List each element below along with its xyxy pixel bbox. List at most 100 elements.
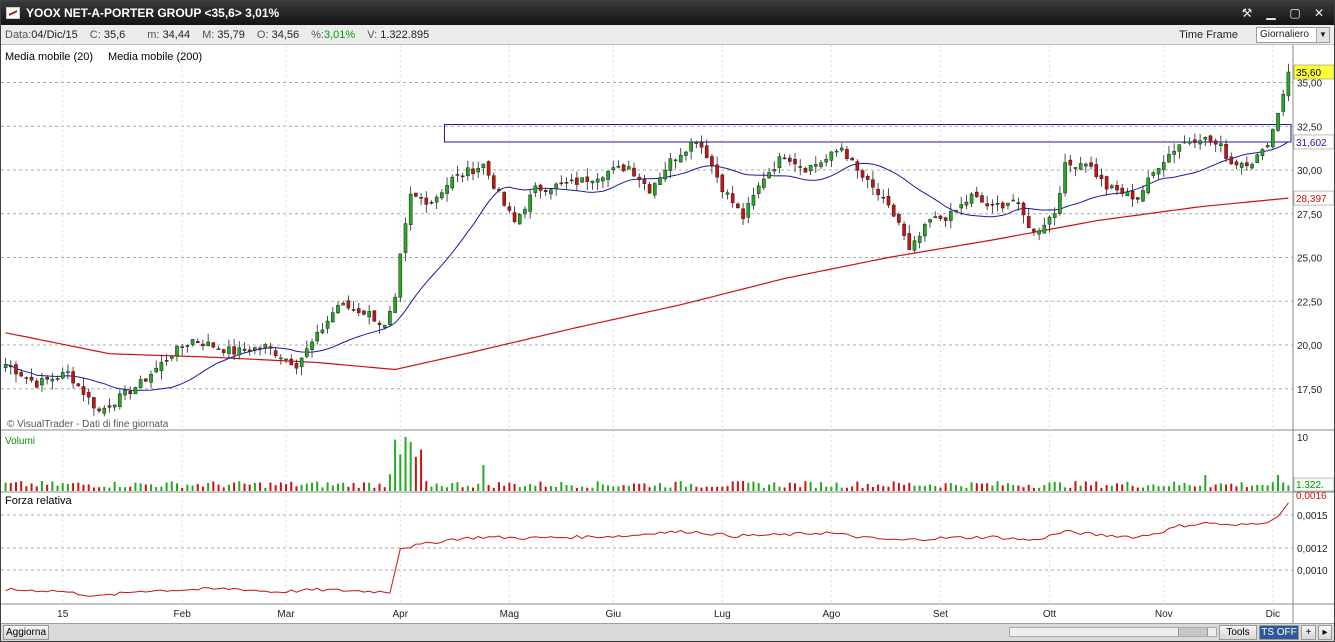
copyright-note: © VisualTrader - Dati di fine giornata	[7, 419, 169, 430]
candle-body	[408, 193, 413, 226]
candle-body	[767, 172, 771, 179]
volume-bar	[892, 481, 895, 491]
candle-body	[845, 149, 849, 159]
scrollbar-thumb[interactable]	[1178, 628, 1208, 636]
candle-body	[860, 170, 865, 178]
candle-body	[55, 378, 60, 380]
candle-body	[969, 193, 974, 204]
volume-bar	[1214, 484, 1217, 491]
candle-body	[699, 142, 704, 148]
time-scrollbar[interactable]	[1009, 627, 1217, 637]
candle-body	[751, 194, 756, 206]
tools-icon[interactable]: ⚒	[1236, 4, 1258, 22]
volume-bar	[778, 486, 781, 491]
volume-bar	[1090, 485, 1093, 491]
candle-body	[1198, 140, 1202, 145]
window-title: YOOX NET-A-PORTER GROUP <35,6> 3,01%	[26, 6, 280, 20]
tools-button[interactable]: Tools	[1219, 625, 1257, 640]
chevron-down-icon[interactable]: ▼	[1316, 28, 1329, 42]
candle-body	[512, 212, 517, 222]
volume-bar	[607, 485, 610, 491]
candle-body	[517, 214, 522, 225]
candle-body	[185, 345, 190, 347]
volume-bar	[414, 456, 417, 491]
candle-body	[933, 216, 938, 219]
volume-bar	[929, 484, 932, 491]
candle-body	[959, 204, 964, 209]
volume-bar	[851, 486, 854, 491]
chart-canvas[interactable]: 17,50 20,00 22,50 25,00 27,50 30,00 32,50 35,00…	[1, 45, 1335, 623]
volume-bar	[965, 487, 968, 491]
candle-body	[19, 372, 23, 377]
volume-bar	[1110, 485, 1113, 491]
close-icon[interactable]: ✕	[1308, 4, 1330, 22]
volume-bar	[939, 487, 942, 491]
refresh-button[interactable]: Aggiorna	[3, 625, 49, 640]
candle-body	[652, 183, 657, 196]
candle-body	[40, 378, 44, 386]
candle-body	[673, 159, 678, 162]
volume-bar	[1277, 475, 1280, 491]
price-tick-label: 20,00	[1297, 341, 1322, 352]
candle-body	[782, 157, 787, 160]
candle-body	[367, 311, 371, 318]
candle-body	[1125, 191, 1130, 197]
candle-body	[668, 158, 673, 171]
candle-body	[507, 206, 512, 211]
volume-bar	[311, 482, 314, 491]
volume-bar	[1287, 485, 1290, 491]
volume-bar	[861, 487, 864, 491]
volume-bar	[1074, 481, 1077, 491]
volume-bar	[596, 481, 599, 491]
volume-bar	[726, 486, 729, 491]
volume-bar	[404, 437, 407, 491]
time-tick-label: Apr	[393, 609, 409, 620]
candle-body	[1182, 141, 1187, 144]
volume-bar	[290, 481, 293, 491]
candle-body	[1052, 213, 1057, 218]
price-tick-label: 35,00	[1297, 79, 1322, 90]
candle-body	[107, 405, 112, 408]
volume-bar	[124, 487, 127, 491]
ts-off-button[interactable]: TS OFF	[1259, 625, 1299, 640]
candle-body	[980, 195, 984, 203]
minimize-icon[interactable]: ▁	[1260, 4, 1282, 22]
volume-bar	[155, 487, 158, 491]
candle-body	[1110, 185, 1114, 189]
volume-bar	[830, 486, 833, 491]
status-bar: Aggiorna Tools TS OFF + ▸	[1, 623, 1334, 641]
candle-body	[356, 308, 361, 313]
candle-body	[1058, 193, 1062, 214]
volume-bar	[648, 487, 651, 491]
scroll-right-icon[interactable]: ▸	[1318, 625, 1332, 640]
rs-panel-label: Forza relativa	[5, 495, 72, 507]
volume-bar	[1204, 475, 1207, 491]
candle-body	[995, 203, 1000, 205]
candle-body	[45, 377, 49, 380]
candle-body	[928, 219, 932, 223]
candle-body	[616, 165, 621, 168]
volume-bar	[617, 486, 620, 491]
volume-bar	[1266, 485, 1269, 491]
candle-body	[803, 167, 808, 173]
volume-bar	[871, 486, 874, 491]
candle-body	[813, 164, 818, 167]
volume-bar	[30, 483, 33, 491]
candle-body	[949, 211, 953, 221]
add-panel-button[interactable]: +	[1301, 625, 1316, 640]
candle-body	[1161, 162, 1166, 170]
chart-area[interactable]: 17,50 20,00 22,50 25,00 27,50 30,00 32,50 35,00…	[1, 45, 1335, 623]
maximize-icon[interactable]: ▢	[1284, 4, 1306, 22]
volume-bar	[1245, 487, 1248, 491]
candle-body	[1141, 190, 1145, 202]
candle-body	[1063, 162, 1067, 194]
time-frame-select[interactable]: Giornaliero ▼	[1256, 27, 1330, 43]
candle-body	[102, 407, 107, 414]
volume-bar	[14, 482, 17, 491]
volume-bar	[1209, 487, 1212, 491]
candle-body	[336, 305, 340, 314]
candle-body	[788, 157, 792, 162]
volume-bar	[819, 482, 822, 491]
volume-bar	[835, 482, 838, 491]
candle-body	[227, 346, 231, 354]
